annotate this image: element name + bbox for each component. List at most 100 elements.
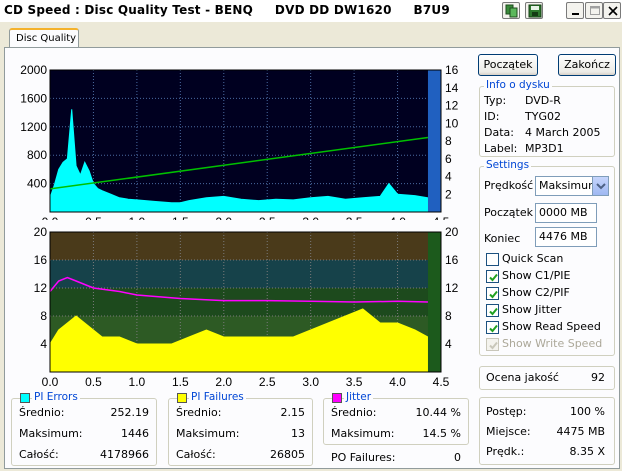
end-mb-input[interactable]: 4476 MB [535,227,597,247]
po-failures-value: 0 [454,451,461,464]
speed-select[interactable]: Maksimum [535,176,609,196]
disc-type-label: Typ: [484,94,507,107]
speed-label: Prędkość [484,179,534,192]
minimize-icon [572,13,579,15]
y-tick-left-1: 8 [40,309,47,323]
jitter-avg-value: 10.44 % [415,406,461,419]
x-tick-4: 2.0 [215,375,232,389]
checkbox-label-0: Quick Scan [502,252,564,265]
checkbox-quick-scan[interactable] [486,253,499,266]
pi-errors-total-label: Całość: [19,448,59,461]
minimize-button[interactable] [566,2,584,19]
speed-readout-value: 8.35 X [569,445,605,458]
y-tick-right-2: 6 [445,152,452,166]
checkbox-label-5: Show Write Speed [502,337,603,350]
pi-errors-avg-value: 252.19 [110,406,150,419]
checkmark-icon [489,307,498,316]
checkbox-label-3: Show Jitter [502,303,562,316]
y-tick-left-1: 800 [27,148,47,162]
pi-errors-total-value: 4178966 [100,448,149,461]
maximize-button[interactable] [585,2,603,19]
checkbox-show-c2-pif[interactable] [486,287,499,300]
progress-label: Postęp: [486,405,527,418]
y-tick-left-0: 400 [27,177,47,191]
chart-band-3 [50,260,441,288]
save-icon [528,4,542,18]
speed-readout-label: Prędk.: [486,445,525,458]
position-label: Miejsce: [486,425,531,438]
speed-select-value: Maksimum [539,179,599,192]
jitter-max-value: 14.5 % [422,427,461,440]
end-button[interactable]: Zakończ [558,54,616,76]
jitter-title: Jitter [344,391,374,403]
y-tick-right-1: 4 [445,170,452,184]
pi-failures-avg-label: Średnio: [176,406,222,419]
y-tick-left-2: 1200 [20,120,47,134]
x-tick-6: 3.0 [302,375,319,389]
close-button[interactable] [603,2,621,19]
y-tick-left-3: 16 [34,253,48,267]
scan-end-region [427,70,441,212]
disc-id-value: TYG02 [525,110,561,123]
y-tick-right-3: 16 [445,253,459,267]
app-window: CD Speed : Disc Quality Test - BENQ DVD … [0,0,622,471]
pi-failures-total-value: 26805 [270,448,305,461]
checkmark-icon [489,273,498,282]
title-bar: CD Speed : Disc Quality Test - BENQ DVD … [0,0,622,22]
tab-disc-quality[interactable]: Disc Quality [9,28,79,49]
start-mb-input[interactable]: 0000 MB [535,203,597,223]
pi-failures-swatch [177,393,187,403]
y-tick-left-3: 1600 [20,91,47,105]
pi-errors-avg-label: Średnio: [19,406,65,419]
disc-label-label: Label: [484,142,518,155]
y-tick-right-7: 16 [445,63,459,77]
pi-errors-max-value: 1446 [121,427,149,440]
progress-value: 100 % [570,405,605,418]
pi-failures-chart: 4 8 12 16 20 4 8 12 16 20 0.0 0.5 1.0 1.5 2.0 2.5 3.0 3.5… [34,225,459,389]
disc-date-label: Data: [484,126,514,139]
pi-errors-title: PI Errors [32,391,80,403]
copy-icon [505,4,518,18]
pi-errors-chart: 4008001200160020002468101214160.00.51.01… [20,63,459,220]
x-tick-2: 1.0 [129,375,146,389]
checkbox-label-1: Show C1/PIE [502,269,571,282]
chart-band-4 [50,232,441,260]
copy-button[interactable] [502,2,520,19]
y-tick-right-5: 12 [445,99,459,113]
checkbox-show-write-speed [486,338,499,351]
x-tick-0: 0.0 [42,375,59,389]
checkbox-show-c1-pie[interactable] [486,270,499,283]
jitter-avg-label: Średnio: [331,406,377,419]
y-tick-right-0: 4 [445,337,452,351]
checkbox-label-4: Show Read Speed [502,320,601,333]
checkbox-show-read-speed[interactable] [486,321,499,334]
tab-panel: 400 800 1200 1600 2000 2 4 6 8 10 12 14 16 0.0 0.5 1.0 1… [4,47,620,469]
window-title: CD Speed : Disc Quality Test - BENQ DVD … [4,3,450,17]
save-button[interactable] [525,2,543,19]
y-tick-right-0: 2 [445,187,452,201]
chevron-down-icon[interactable] [592,177,608,195]
plot-background [50,70,441,212]
start-button[interactable]: Początek [478,54,538,76]
pi-failures-avg-value: 2.15 [280,406,306,419]
y-tick-left-4: 20 [34,225,48,239]
settings-title: Settings [484,159,532,171]
y-tick-left-2: 12 [34,281,48,295]
checkbox-show-jitter[interactable] [486,304,499,317]
end-mb-label: Koniec [484,232,521,245]
checkbox-label-2: Show C2/PIF [502,286,570,299]
jitter-max-label: Maksimum: [331,427,395,440]
quality-label: Ocena jakość [486,371,559,384]
disc-date-value: 4 March 2005 [525,126,601,139]
y-tick-right-3: 8 [445,134,452,148]
y-tick-right-1: 8 [445,309,452,323]
y-tick-right-6: 14 [445,81,459,95]
x-tick-7: 3.5 [346,375,363,389]
checkmark-icon [489,290,498,299]
disc-label-value: MP3D1 [525,142,564,155]
checkmark-icon [489,341,498,350]
x-tick-9: 4.5 [433,375,450,389]
y-tick-left-4: 2000 [20,63,47,77]
pi-failures-total-label: Całość: [176,448,216,461]
y-tick-right-2: 12 [445,281,459,295]
